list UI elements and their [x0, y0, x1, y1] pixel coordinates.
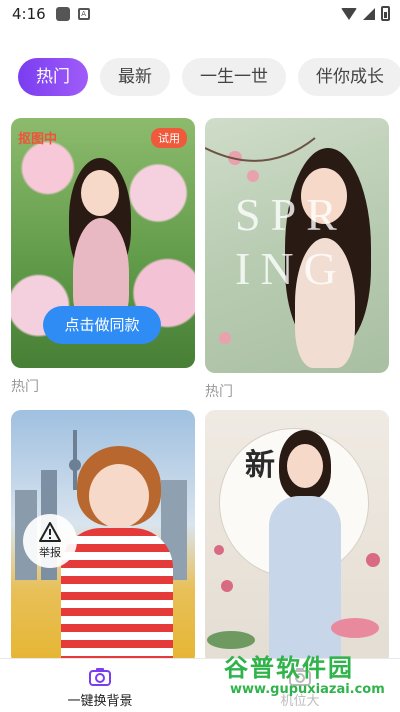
site-watermark: 谷普软件园 www.gupuxiazai.com — [218, 648, 396, 706]
status-bar: 4:16 A — [0, 0, 400, 28]
spring-overlay-text: SPRING — [235, 189, 347, 294]
tab-growing-up[interactable]: 伴你成长 — [298, 58, 400, 96]
template-image[interactable]: 新 — [205, 410, 389, 665]
template-card[interactable]: 抠图中 试用 点击做同款 热门 — [11, 118, 195, 396]
template-image[interactable]: SPRING — [205, 118, 389, 373]
trial-badge: 试用 — [151, 128, 187, 148]
wifi-icon — [341, 7, 357, 20]
face-shape — [81, 170, 119, 216]
lotus-decoration — [207, 545, 380, 649]
watermark-url: www.gupuxiazai.com — [230, 682, 385, 697]
template-image[interactable]: 举报 — [11, 410, 195, 665]
striped-shirt-shape — [61, 528, 173, 665]
app-notification-icon: A — [77, 8, 90, 20]
report-label: 举报 — [39, 546, 61, 559]
notification-icon — [55, 7, 70, 21]
make-same-button[interactable]: 点击做同款 — [43, 306, 161, 344]
status-indicators — [341, 6, 390, 21]
template-card[interactable]: 举报 — [11, 410, 195, 665]
tab-hot[interactable]: 热门 — [18, 58, 88, 96]
nav-label: 一键换背景 — [67, 694, 133, 709]
template-card[interactable]: SPRING 热门 — [205, 118, 389, 401]
nav-one-click-background[interactable]: 一键换背景 — [0, 659, 200, 712]
warning-icon — [39, 522, 61, 542]
camera-icon — [89, 668, 111, 686]
category-tabs: 热门 最新 一生一世 伴你成长 — [0, 58, 400, 98]
face-shape — [89, 464, 149, 528]
battery-icon — [381, 6, 390, 21]
template-image[interactable]: 抠图中 试用 点击做同款 — [11, 118, 195, 368]
processing-tag: 抠图中 — [18, 132, 58, 147]
watermark-brand: 谷普软件园 — [224, 654, 354, 682]
card-caption: 热门 — [11, 379, 39, 395]
report-button[interactable]: 举报 — [23, 514, 77, 568]
card-caption: 热门 — [205, 384, 233, 400]
signal-icon — [363, 7, 375, 20]
tab-lifetime[interactable]: 一生一世 — [182, 58, 286, 96]
template-card[interactable]: 新 — [205, 410, 389, 665]
status-time: 4:16 — [12, 5, 46, 23]
tab-latest[interactable]: 最新 — [100, 58, 170, 96]
